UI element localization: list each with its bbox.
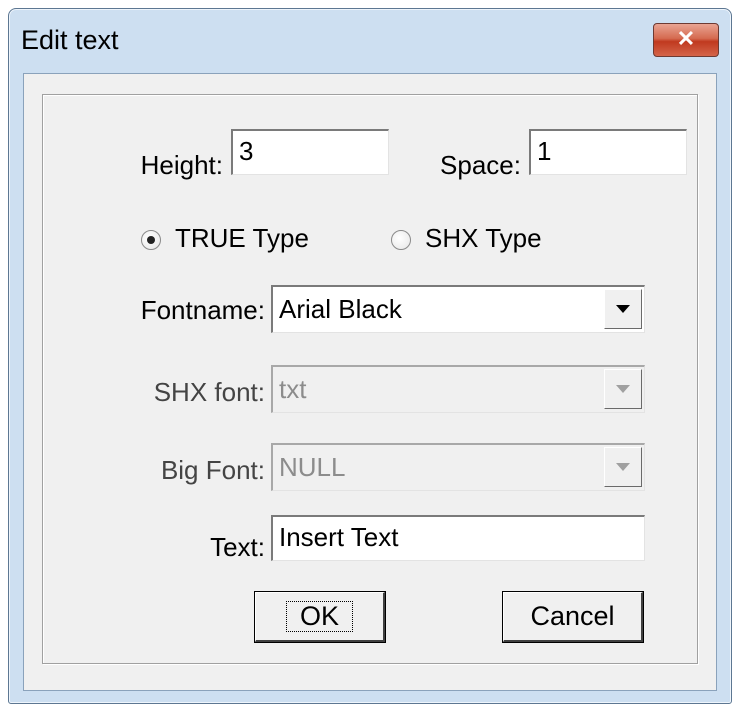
chevron-down-icon [616,463,630,471]
fontname-dropdown-button[interactable] [604,289,642,329]
fontname-value: Arial Black [279,294,402,324]
title-bar[interactable]: Edit text ✕ [9,9,731,73]
fontname-combo[interactable]: Arial Black [271,285,645,333]
big-font-dropdown-button [604,447,642,487]
chevron-down-icon [616,305,630,313]
true-type-radio[interactable] [141,230,161,250]
shx-type-label[interactable]: SHX Type [425,223,542,254]
height-label: Height: [140,150,223,180]
settings-group-box: Height: 3 Space: 1 TRUE Type SHX Type Fo… [42,94,698,664]
cancel-button[interactable]: Cancel [503,592,643,642]
ok-button[interactable]: OK [255,592,385,642]
space-input[interactable]: 1 [529,129,687,175]
window-title: Edit text [21,25,119,55]
space-label: Space: [440,150,521,180]
big-font-combo: NULL [271,443,645,491]
true-type-label[interactable]: TRUE Type [175,223,309,254]
close-button[interactable]: ✕ [653,23,719,57]
shx-font-label: SHX font: [153,377,265,407]
big-font-value: NULL [279,452,346,482]
radio-selected-dot [147,236,155,244]
big-font-label: Big Font: [160,455,265,485]
shx-font-value: txt [279,374,307,404]
close-icon: ✕ [676,26,696,51]
shx-font-combo: txt [271,365,645,413]
height-input[interactable]: 3 [231,129,389,175]
text-label: Text: [210,532,265,562]
text-input[interactable]: Insert Text [271,515,645,561]
edit-text-dialog: Edit text ✕ Height: 3 Space: 1 TRUE Type… [8,8,732,704]
dialog-client-area: Height: 3 Space: 1 TRUE Type SHX Type Fo… [23,73,717,691]
chevron-down-icon [616,385,630,393]
fontname-label: Fontname: [140,295,265,325]
shx-type-radio[interactable] [391,230,411,250]
shx-font-dropdown-button [604,369,642,409]
